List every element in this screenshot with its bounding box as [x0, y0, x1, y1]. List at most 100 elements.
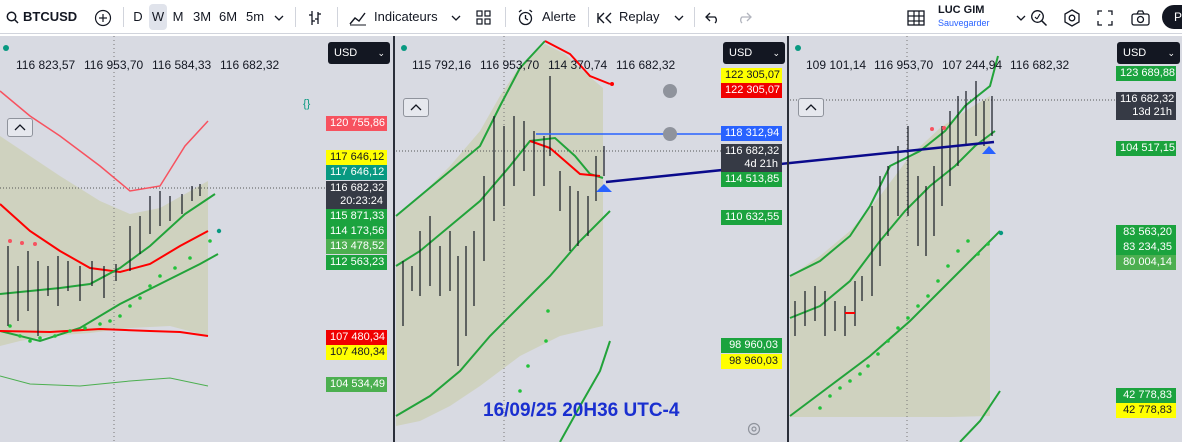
price-axis-label[interactable]: 20:23:24 — [326, 194, 387, 209]
psar-dot — [966, 239, 970, 243]
indicators-icon[interactable] — [349, 0, 369, 34]
price-axis-label[interactable]: 104 517,15 — [1116, 141, 1176, 156]
replay-button[interactable]: Replay — [619, 0, 665, 34]
psar-dot — [896, 326, 900, 330]
price-axis-label[interactable]: 42 778,83 — [1116, 403, 1176, 418]
redo-icon[interactable] — [737, 0, 753, 34]
chart-settings-gear-icon[interactable] — [747, 422, 761, 441]
psar-dot — [20, 241, 24, 245]
price-axis-label[interactable]: 83 234,35 — [1116, 240, 1176, 255]
fullscreen-icon[interactable] — [1097, 0, 1117, 34]
compare-symbol-icon[interactable] — [94, 0, 114, 34]
price-axis-label[interactable]: 98 960,03 — [721, 354, 782, 369]
panel-separator[interactable] — [787, 36, 789, 442]
ohlc-close: 116 682,32 — [616, 58, 676, 72]
collapse-legend-button[interactable] — [798, 98, 824, 117]
settings-gear-icon[interactable] — [1063, 0, 1083, 34]
chevron-down-icon: ⌄ — [1167, 48, 1175, 58]
timestamp-annotation: 16/09/25 20H36 UTC-4 — [483, 400, 680, 421]
currency-select[interactable]: USD ⌄ — [723, 42, 785, 64]
publish-button[interactable]: Pu — [1162, 5, 1182, 29]
price-axis-label[interactable]: 107 480,34 — [326, 330, 387, 345]
price-axis-label[interactable]: 107 480,34 — [326, 345, 387, 360]
quick-search-icon[interactable] — [1030, 0, 1050, 34]
collapse-legend-button[interactable] — [403, 98, 429, 117]
interval-d[interactable]: D — [130, 0, 146, 34]
interval-m[interactable]: M — [170, 0, 186, 34]
layout-grid-icon[interactable] — [907, 0, 927, 34]
psar-dot — [188, 256, 192, 260]
price-axis-label[interactable]: 118 312,94 — [721, 126, 782, 141]
alert-button[interactable]: Alerte — [542, 0, 584, 34]
ohlc-high: 116 953,70 — [84, 58, 144, 72]
price-axis-label[interactable]: 42 778,83 — [1116, 388, 1176, 403]
currency-select[interactable]: USD ⌄ — [328, 42, 390, 64]
psar-dot — [848, 379, 852, 383]
save-status[interactable]: Sauvegarder — [938, 17, 1018, 30]
price-axis-label[interactable]: 112 563,23 — [326, 255, 387, 270]
panel-separator[interactable] — [393, 36, 395, 442]
psar-dot — [986, 242, 990, 246]
price-axis-label[interactable]: 13d 21h — [1116, 105, 1176, 120]
symbol-search[interactable]: BTCUSD — [23, 0, 83, 34]
charts-canvas[interactable] — [0, 36, 1182, 442]
replay-rewind-icon[interactable] — [597, 0, 615, 34]
ohlc-low: 114 370,74 — [548, 58, 608, 72]
ohlc-high: 116 953,70 — [874, 58, 934, 72]
price-axis-label[interactable]: 123 689,88 — [1116, 66, 1176, 81]
price-axis-label[interactable]: 4d 21h — [721, 157, 782, 172]
price-axis-label[interactable]: 104 534,49 — [326, 377, 387, 392]
price-axis-label[interactable]: 120 755,86 — [326, 116, 387, 131]
psar-dot — [916, 304, 920, 308]
psar-dot — [998, 230, 1004, 236]
templates-grid-icon[interactable] — [476, 0, 492, 34]
price-axis-label[interactable]: 113 478,52 — [326, 239, 387, 254]
psar-dot — [173, 266, 177, 270]
indicators-dropdown-icon[interactable] — [451, 0, 463, 34]
price-axis-label[interactable]: 83 563,20 — [1116, 225, 1176, 240]
alarm-clock-icon[interactable] — [517, 0, 535, 34]
price-axis-label[interactable]: 80 004,14 — [1116, 255, 1176, 270]
price-axis-label[interactable]: 114 173,56 — [326, 224, 387, 239]
price-axis-label[interactable]: 122 305,07 — [721, 83, 782, 98]
psar-dot — [886, 339, 890, 343]
interval-w[interactable]: W — [149, 4, 167, 30]
code-brackets-icon[interactable]: {} — [303, 98, 310, 110]
collapse-legend-button[interactable] — [7, 118, 33, 137]
interval-dropdown-icon[interactable] — [274, 0, 286, 34]
price-axis-label[interactable]: 117 646,12 — [326, 165, 387, 180]
account-menu[interactable]: LUC GIM Sauvegarder — [938, 4, 1018, 30]
price-axis-label[interactable]: 122 305,07 — [721, 68, 782, 83]
interval-6m[interactable]: 6M — [218, 0, 238, 34]
panel-2-status-icon — [400, 39, 408, 57]
indicators-button[interactable]: Indicateurs — [374, 0, 444, 34]
undo-icon[interactable] — [705, 0, 721, 34]
psar-dot — [158, 274, 162, 278]
chevron-down-icon: ⌄ — [772, 48, 780, 58]
drawing-handle — [663, 84, 677, 98]
price-axis-label[interactable]: 98 960,03 — [721, 338, 782, 353]
price-axis-label[interactable]: 110 632,55 — [721, 210, 782, 225]
account-dropdown-icon[interactable] — [1016, 0, 1028, 34]
currency-select[interactable]: USD ⌄ — [1117, 42, 1180, 64]
psar-dot — [976, 252, 980, 256]
price-axis-label[interactable]: 117 646,12 — [326, 150, 387, 165]
chart-type-icon[interactable] — [308, 0, 326, 34]
psar-dot — [956, 249, 960, 253]
psar-dot — [128, 304, 132, 308]
psar-dot — [518, 389, 522, 393]
psar-dot — [544, 339, 548, 343]
replay-dropdown-icon[interactable] — [674, 0, 686, 34]
price-axis-label[interactable]: 114 513,85 — [721, 172, 782, 187]
search-icon[interactable] — [6, 0, 20, 34]
psar-dot — [38, 336, 42, 340]
psar-dot — [930, 127, 934, 131]
panel-3-status-icon — [794, 39, 802, 57]
interval-3m[interactable]: 3M — [192, 0, 212, 34]
interval-5m[interactable]: 5m — [245, 0, 265, 34]
psar-dot — [98, 322, 102, 326]
ohlc-open: 115 792,16 — [412, 58, 472, 72]
camera-snapshot-icon[interactable] — [1131, 0, 1151, 34]
psar-dot — [610, 82, 614, 86]
price-axis-label[interactable]: 115 871,33 — [326, 209, 387, 224]
